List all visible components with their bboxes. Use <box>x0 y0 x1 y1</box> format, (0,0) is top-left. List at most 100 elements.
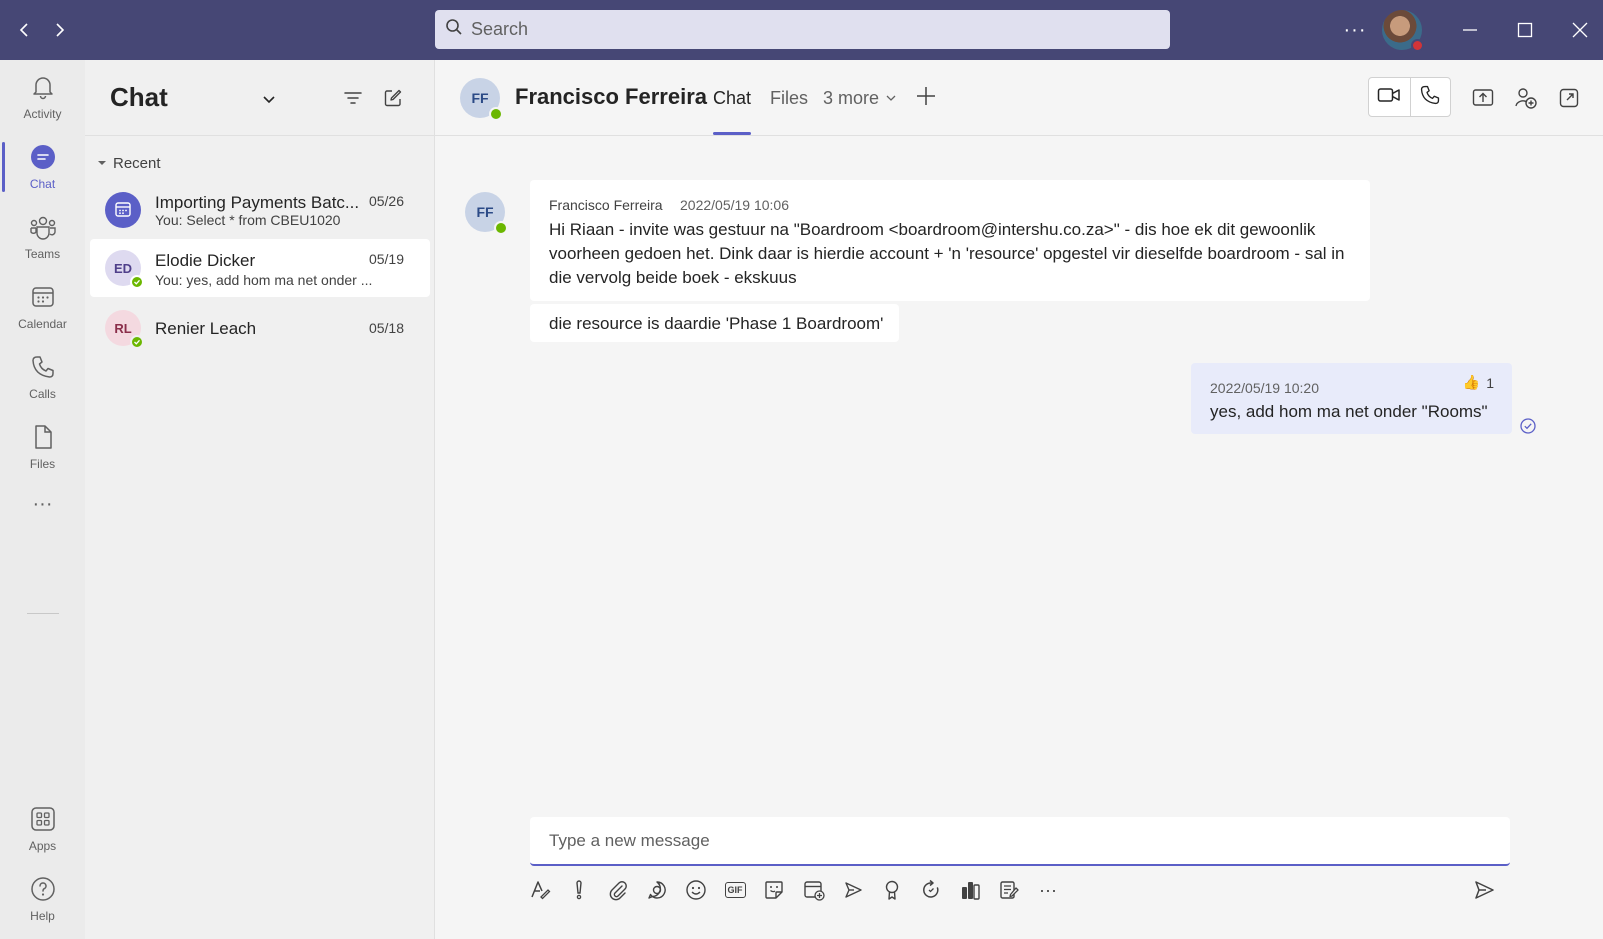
recent-section-toggle[interactable]: Recent <box>97 155 161 172</box>
minimize-icon[interactable] <box>1453 14 1487 46</box>
chat-item-date: 05/18 <box>368 320 404 336</box>
apps-icon <box>30 806 56 835</box>
pop-out-icon[interactable] <box>1555 84 1583 112</box>
recent-section-label: Recent <box>113 155 161 172</box>
reaction[interactable]: 👍 1 <box>1463 374 1494 391</box>
forms-icon[interactable] <box>994 875 1024 905</box>
chat-item-date: 05/26 <box>368 193 404 209</box>
sticker-icon[interactable] <box>759 875 789 905</box>
avatar-initials: FF <box>476 204 494 220</box>
message-avatar[interactable]: FF <box>465 192 508 235</box>
rail-item-activity[interactable]: Activity <box>0 64 85 130</box>
rail-label: Activity <box>23 106 62 121</box>
more-options-icon[interactable]: ··· <box>1033 875 1063 905</box>
rail-label: Chat <box>29 176 56 191</box>
conversation-pane: FF Francisco Ferreira Chat Files 3 more <box>435 60 1603 939</box>
add-people-icon[interactable] <box>1512 84 1540 112</box>
message-timestamp: 2022/05/19 10:20 <box>1210 380 1319 396</box>
rail-item-files[interactable]: Files <box>0 414 85 480</box>
file-icon <box>30 424 56 453</box>
praise-icon[interactable] <box>877 875 907 905</box>
caret-down-icon <box>97 155 107 172</box>
filter-icon[interactable] <box>339 84 367 112</box>
chat-icon <box>30 144 56 173</box>
video-camera-icon <box>1377 86 1401 109</box>
conversation-title: Francisco Ferreira <box>515 84 707 109</box>
rail-label: Teams <box>24 246 61 261</box>
chat-item-preview: You: yes, add hom ma net onder ... <box>155 272 373 288</box>
rail-item-calendar[interactable]: Calendar <box>0 274 85 340</box>
tab-files[interactable]: Files <box>770 88 808 109</box>
gif-icon[interactable]: GIF <box>720 875 750 905</box>
chat-list-item[interactable]: Importing Payments Batc... You: Select *… <box>90 181 430 239</box>
chevron-down-icon[interactable] <box>260 90 278 108</box>
chat-item-name: Elodie Dicker <box>155 251 256 270</box>
chat-item-date: 05/19 <box>368 251 404 267</box>
rail-label: Calls <box>29 386 56 401</box>
chat-list-title[interactable]: Chat <box>110 82 168 113</box>
help-icon <box>30 876 56 905</box>
avatar[interactable]: FF <box>460 78 503 121</box>
approvals-icon[interactable] <box>955 875 985 905</box>
seen-check-icon <box>1520 418 1536 434</box>
rail-item-help[interactable]: Help <box>0 866 85 932</box>
audio-call-button[interactable] <box>1409 78 1451 116</box>
maximize-icon[interactable] <box>1508 14 1542 46</box>
emoji-icon[interactable] <box>681 875 711 905</box>
avatar-initials: FF <box>471 90 489 106</box>
rail-item-apps[interactable]: Apps <box>0 796 85 862</box>
chat-item-preview: You: Select * from CBEU1020 <box>155 212 341 228</box>
avatar-initials: ED <box>113 260 133 276</box>
refresh-icon[interactable] <box>916 875 946 905</box>
forward-arrow-icon[interactable] <box>46 16 74 44</box>
teams-icon <box>29 214 57 243</box>
format-icon[interactable] <box>525 875 555 905</box>
rail-item-teams[interactable]: Teams <box>0 204 85 270</box>
rail-label: Help <box>30 908 55 923</box>
compose-box[interactable] <box>530 817 1510 866</box>
thumbs-up-icon: 👍 <box>1462 374 1481 390</box>
available-status-icon <box>489 107 503 121</box>
send-icon[interactable] <box>1469 875 1499 905</box>
attach-icon[interactable] <box>603 875 633 905</box>
rail-divider <box>27 613 59 614</box>
important-icon[interactable] <box>564 875 594 905</box>
tab-more-label: 3 more <box>823 88 880 108</box>
message-text: Hi Riaan - invite was gestuur na "Boardr… <box>549 220 1345 287</box>
settings-more-button[interactable]: ··· <box>1340 16 1370 44</box>
call-button-group <box>1368 77 1451 117</box>
rail-item-calls[interactable]: Calls <box>0 344 85 410</box>
add-tab-button[interactable] <box>913 85 939 111</box>
message-text: yes, add hom ma net onder "Rooms" <box>1210 402 1488 421</box>
meeting-avatar <box>105 192 141 228</box>
share-screen-icon[interactable] <box>1469 84 1497 112</box>
calendar-icon <box>114 200 132 221</box>
message-bubble[interactable]: Francisco Ferreira 2022/05/19 10:06 Hi R… <box>530 180 1370 301</box>
available-status-icon <box>130 335 144 349</box>
schedule-meeting-icon[interactable] <box>799 875 829 905</box>
available-status-icon <box>130 275 144 289</box>
message-bubble[interactable]: die resource is daardie 'Phase 1 Boardro… <box>530 304 899 342</box>
message-timestamp: 2022/05/19 10:06 <box>680 197 789 213</box>
message-text: die resource is daardie 'Phase 1 Boardro… <box>549 314 884 333</box>
my-message-bubble[interactable]: 2022/05/19 10:20 👍 1 yes, add hom ma net… <box>1191 363 1512 434</box>
chat-list-item[interactable]: RL Renier Leach 05/18 <box>90 299 430 357</box>
search-box[interactable] <box>435 10 1170 49</box>
rail-more-button[interactable]: ··· <box>0 479 85 529</box>
tab-more[interactable]: 3 more <box>823 88 897 109</box>
stream-icon[interactable] <box>838 875 868 905</box>
back-arrow-icon[interactable] <box>10 16 38 44</box>
avatar: RL <box>105 310 144 349</box>
tab-chat[interactable]: Chat <box>713 88 752 135</box>
video-call-button[interactable] <box>1369 78 1410 116</box>
busy-status-icon <box>1411 39 1424 52</box>
phone-icon <box>30 354 56 383</box>
loop-component-icon[interactable] <box>642 875 672 905</box>
rail-item-chat[interactable]: Chat <box>0 134 85 200</box>
search-input[interactable] <box>471 19 1151 40</box>
message-input[interactable] <box>549 831 1489 851</box>
close-icon[interactable] <box>1563 14 1597 46</box>
chat-list-item[interactable]: ED Elodie Dicker You: yes, add hom ma ne… <box>90 239 430 297</box>
new-chat-icon[interactable] <box>379 84 407 112</box>
profile-avatar[interactable] <box>1382 10 1424 52</box>
